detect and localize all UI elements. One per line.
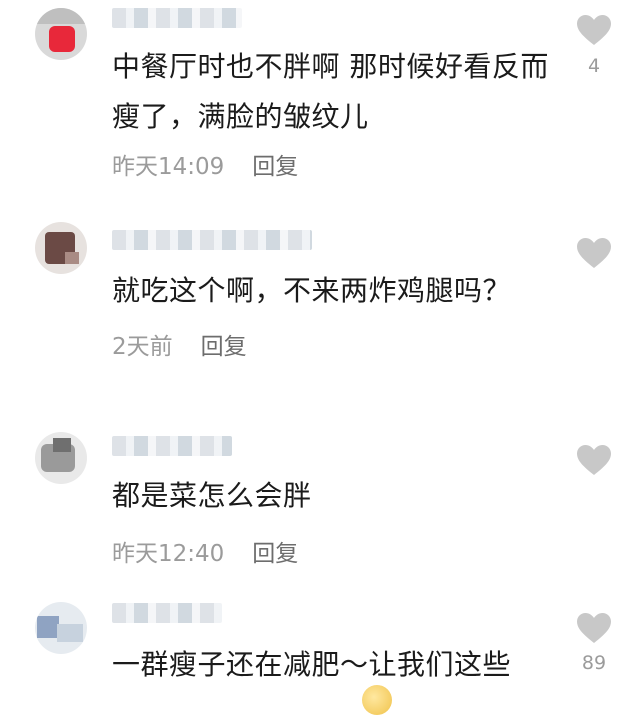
heart-icon: [577, 613, 611, 643]
emoji-icon: [362, 685, 392, 715]
comment-text: 一群瘦子还在减肥～让我们这些: [112, 648, 512, 681]
username[interactable]: [112, 436, 232, 456]
like-button[interactable]: [576, 612, 612, 644]
like-button[interactable]: [576, 444, 612, 476]
comment-text: 就吃这个啊，不来两炸鸡腿吗？: [112, 274, 512, 307]
username[interactable]: [112, 230, 312, 250]
username[interactable]: [112, 603, 222, 623]
comment-meta: 昨天12:40 回复: [112, 534, 298, 568]
comment-item: 一群瘦子还在减肥～让我们这些 89: [0, 0, 641, 715]
reply-button[interactable]: 回复: [201, 334, 247, 360]
avatar[interactable]: [35, 432, 87, 484]
comment-meta: 2天前 回复: [112, 327, 247, 361]
heart-icon: [577, 445, 611, 475]
avatar[interactable]: [35, 602, 87, 654]
reply-button[interactable]: 回复: [252, 541, 298, 567]
like-count: 89: [581, 652, 607, 674]
comment-time: 昨天12:40: [112, 541, 225, 567]
avatar[interactable]: [35, 222, 87, 274]
comment-time: 2天前: [112, 334, 173, 360]
comment-text: 都是菜怎么会胖: [112, 479, 312, 512]
like-button[interactable]: [576, 237, 612, 269]
heart-icon: [577, 238, 611, 268]
